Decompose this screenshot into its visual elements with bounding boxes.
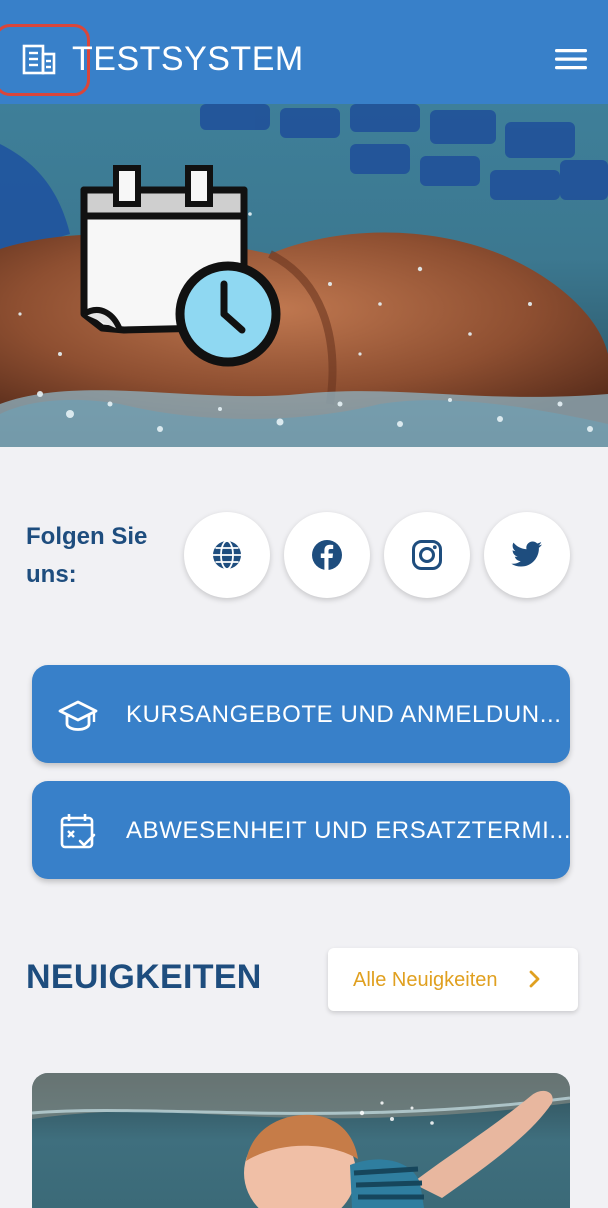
absence-replacement-label: ABWESENHEIT UND ERSATZTERMI... [126,817,572,844]
facebook-button[interactable] [284,512,370,598]
instagram-button[interactable] [384,512,470,598]
chevron-right-icon [529,970,540,988]
all-news-label: Alle Neuigkeiten [353,969,498,991]
course-offers-label: KURSANGEBOTE UND ANMELDUN... [126,701,562,728]
news-heading: NEUIGKEITEN [26,958,262,996]
facebook-icon [312,540,342,570]
app-header: TESTSYSTEM [0,0,608,104]
news-card-image [32,1073,570,1208]
news-card[interactable] [32,1073,570,1208]
twitter-button[interactable] [484,512,570,598]
course-offers-button[interactable]: KURSANGEBOTE UND ANMELDUN... [32,665,570,763]
all-news-button[interactable]: Alle Neuigkeiten [328,948,578,1011]
swimmer-photo [0,104,608,447]
absence-replacement-button[interactable]: ABWESENHEIT UND ERSATZTERMI... [32,781,572,879]
calendar-check-icon [60,814,96,849]
app-title: TESTSYSTEM [72,40,304,78]
hero-banner [0,104,608,447]
globe-icon [213,540,241,570]
twitter-icon [511,541,542,567]
instagram-icon [412,540,442,570]
graduation-cap-icon [58,700,98,731]
building-icon[interactable] [22,43,56,75]
website-button[interactable] [184,512,270,598]
follow-label: Folgen Sie uns: [26,523,148,588]
hamburger-menu-icon[interactable] [552,44,590,74]
